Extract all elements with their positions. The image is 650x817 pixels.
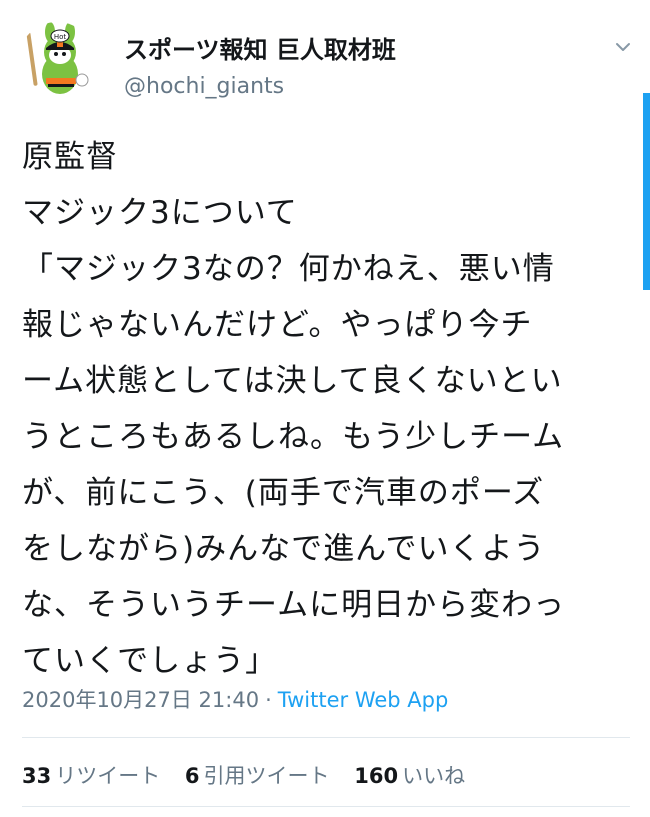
likes-count: 160 [354, 764, 399, 788]
tweet-menu-button[interactable] [606, 34, 640, 62]
quotes-label: 引用ツイート [203, 764, 330, 788]
divider [22, 737, 630, 738]
likes-label: いいね [402, 764, 466, 788]
avatar-badge-text: Hot [54, 33, 67, 41]
meta-separator: · [265, 688, 272, 712]
tweet-detail: Hot スポーツ報知 巨人取材班 @hochi_giants 原監督 マジック3… [0, 0, 650, 817]
author-display-name[interactable]: スポーツ報知 巨人取材班 [124, 30, 396, 65]
divider [22, 806, 630, 807]
tweet-meta: 2020年10月27日 21:40 · Twitter Web App [22, 684, 448, 714]
retweets-count: 33 [22, 764, 52, 788]
tweet-body-line: ていくでしょう」 [22, 643, 278, 679]
tweet-body: 原監督 マジック3について 「マジック3なの？何かねえ、悪い情 報じゃないんだけ… [22, 129, 636, 689]
retweets-label: リツイート [55, 764, 161, 788]
tweet-body-line: マジック3について [22, 195, 298, 231]
scrollbar-accent [643, 93, 650, 290]
retweets-stat[interactable]: 33 リツイート [22, 760, 160, 790]
tweet-body-line: な、そういうチームに明日から変わっ [22, 587, 566, 623]
tweet-body-line: 報じゃないんだけど。やっぱり今チ [22, 307, 533, 343]
quotes-stat[interactable]: 6 引用ツイート [185, 760, 330, 790]
tweet-source-link[interactable]: Twitter Web App [278, 688, 449, 712]
tweet-body-line: ーム状態としては決して良くないとい [22, 363, 563, 399]
quotes-count: 6 [184, 764, 200, 788]
tweet-body-line: が、前にこう、(両手で汽車のポーズ [22, 475, 545, 511]
tweet-stats: 33 リツイート 6 引用ツイート 160 いいね [22, 760, 483, 790]
tweet-body-line: 原監督 [22, 139, 118, 175]
tweet-body-line: をしながら)みんなで進んでいくよう [22, 531, 546, 567]
giants-mascot-icon: Hot [18, 22, 96, 100]
tweet-body-line: うところもあるしね。もう少しチーム [22, 419, 565, 455]
tweet-timestamp[interactable]: 2020年10月27日 21:40 [22, 688, 259, 712]
tweet-body-line: 「マジック3なの？何かねえ、悪い情 [22, 251, 555, 287]
likes-stat[interactable]: 160 いいね [354, 760, 465, 790]
author-handle[interactable]: @hochi_giants [124, 74, 284, 99]
avatar[interactable]: Hot [18, 22, 96, 100]
chevron-down-icon [616, 43, 630, 51]
